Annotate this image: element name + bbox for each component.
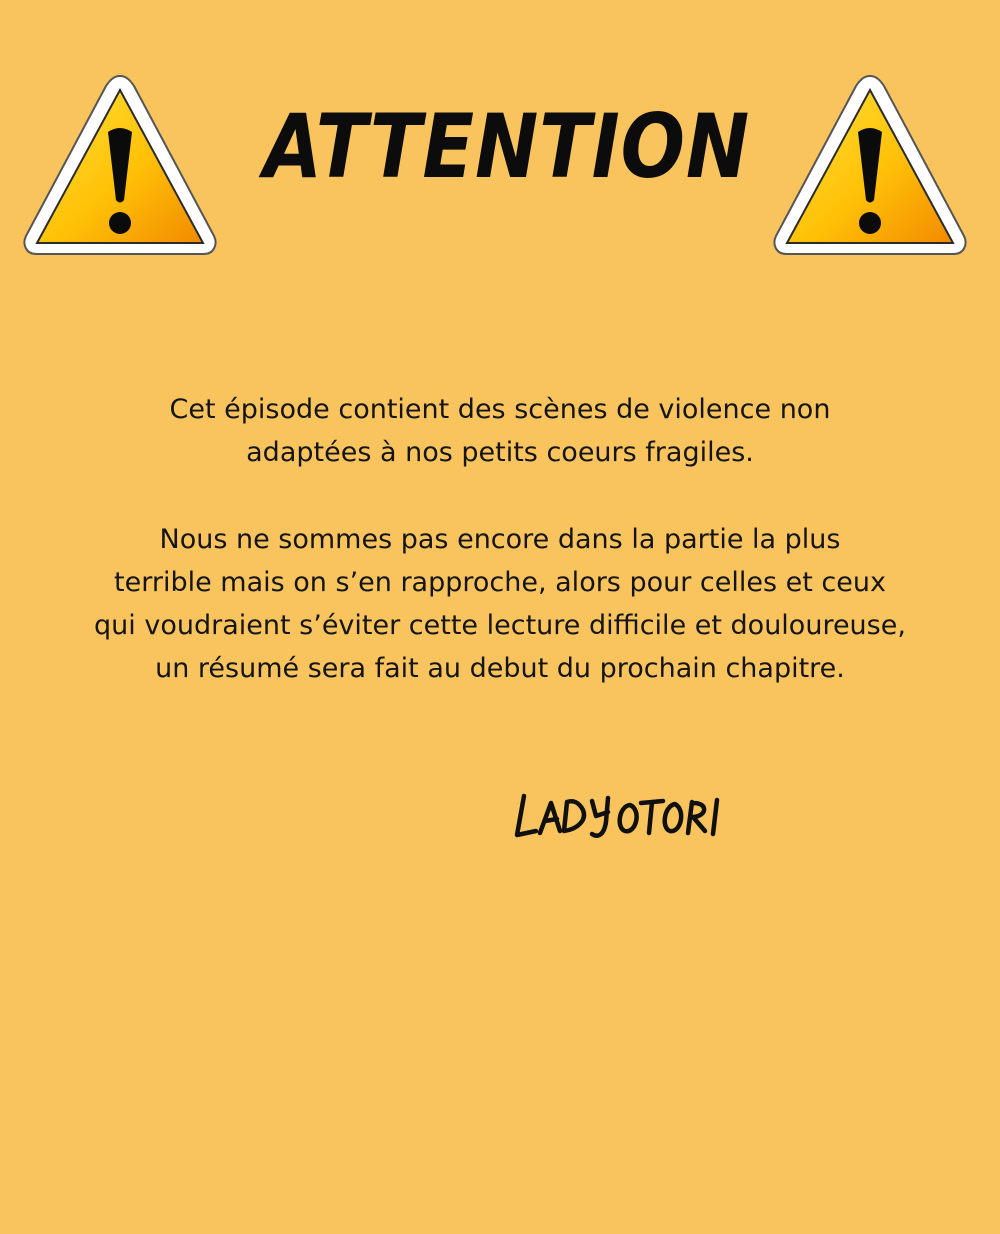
message-line: Nous ne sommes pas encore dans la partie… bbox=[159, 524, 841, 555]
author-signature bbox=[514, 793, 720, 838]
warning-message-paragraph-1: Cet épisode contient des scènes de viole… bbox=[40, 388, 960, 474]
message-line: Cet épisode contient des scènes de viole… bbox=[169, 394, 831, 425]
message-line: terrible mais on s’en rapproche, alors p… bbox=[114, 567, 886, 598]
warning-triangle-icon bbox=[23, 74, 217, 255]
message-line: un résumé sera fait au debut du prochain… bbox=[155, 653, 845, 684]
warning-header: ATTENTION bbox=[0, 0, 1000, 270]
page-title: ATTENTION bbox=[263, 95, 751, 198]
warning-message-paragraph-2: Nous ne sommes pas encore dans la partie… bbox=[40, 518, 960, 690]
warning-triangle-icon bbox=[773, 74, 967, 255]
message-line: adaptées à nos petits coeurs fragiles. bbox=[246, 437, 754, 468]
message-line: qui voudraient s’éviter cette lecture di… bbox=[94, 610, 906, 641]
